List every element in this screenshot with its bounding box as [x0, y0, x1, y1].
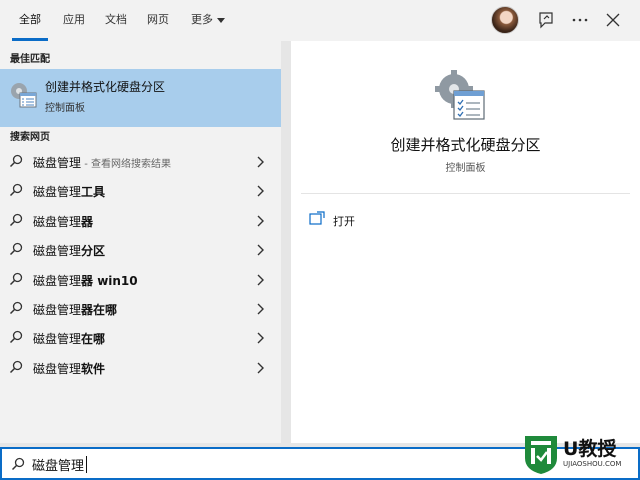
chevron-right-icon[interactable] — [256, 303, 264, 315]
best-match-subtitle: 控制面板 — [45, 103, 85, 114]
detail-panel: 创建并格式化硬盘分区 控制面板 打开 — [291, 41, 640, 443]
divider — [301, 193, 630, 194]
web-result-text: 磁盘管理分区 — [33, 242, 105, 259]
chevron-right-icon[interactable] — [256, 156, 264, 168]
web-result-suffix: 器 win10 — [81, 274, 138, 288]
tab-web[interactable]: 网页 — [140, 0, 176, 41]
web-result-text: 磁盘管理在哪 — [33, 330, 105, 347]
web-result-hint: - 查看网络搜索结果 — [81, 159, 171, 170]
brand-url: UJIAOSHOU.COM — [563, 460, 622, 468]
web-result-suffix: 工具 — [81, 185, 106, 199]
chevron-right-icon[interactable] — [256, 244, 264, 256]
search-icon — [9, 213, 23, 227]
search-icon — [9, 330, 23, 344]
open-action[interactable]: 打开 — [333, 213, 355, 229]
top-tab-bar: 全部 应用 文档 网页 更多 — [0, 0, 640, 41]
search-icon — [9, 301, 23, 315]
search-icon — [11, 457, 25, 471]
web-result-suffix: 在哪 — [81, 332, 106, 346]
web-result-item[interactable]: 磁盘管理在哪 — [0, 323, 281, 352]
chevron-down-icon — [217, 17, 225, 23]
web-result-item[interactable]: 磁盘管理 - 查看网络搜索结果 — [0, 147, 281, 176]
close-icon[interactable] — [602, 9, 624, 31]
chevron-right-icon[interactable] — [256, 332, 264, 344]
web-result-prefix: 磁盘管理 — [33, 185, 82, 199]
user-avatar[interactable] — [491, 6, 519, 34]
best-match-header: 最佳匹配 — [10, 54, 50, 65]
best-match-title: 创建并格式化硬盘分区 — [45, 80, 166, 94]
search-input[interactable] — [32, 452, 492, 476]
tab-all-label: 全部 — [19, 13, 41, 26]
feedback-icon[interactable] — [535, 9, 557, 31]
chevron-right-icon[interactable] — [256, 185, 264, 197]
web-result-text: 磁盘管理软件 — [33, 360, 105, 377]
search-icon — [9, 242, 23, 256]
tab-documents-label: 文档 — [105, 13, 127, 26]
text-caret — [86, 456, 87, 473]
web-result-prefix: 磁盘管理 — [33, 274, 82, 288]
brand-name: U教授 — [563, 438, 617, 460]
results-panel: 最佳匹配 创建并格式化硬盘分区 控制面板 搜索网页 磁盘管理 - 查看网络搜索结… — [0, 41, 281, 443]
watermark: U教授 UJIAOSHOU.COM — [515, 430, 640, 480]
search-icon — [9, 360, 23, 374]
tab-more-label: 更多 — [191, 13, 213, 26]
tab-apps[interactable]: 应用 — [56, 0, 92, 41]
web-result-item[interactable]: 磁盘管理器在哪 — [0, 294, 281, 323]
search-icon — [9, 154, 23, 168]
web-result-item[interactable]: 磁盘管理软件 — [0, 353, 281, 382]
search-icon — [9, 272, 23, 286]
web-result-prefix: 磁盘管理 — [33, 332, 82, 346]
tab-web-label: 网页 — [147, 13, 169, 26]
chevron-right-icon[interactable] — [256, 274, 264, 286]
tab-apps-label: 应用 — [63, 13, 85, 26]
ellipsis-icon[interactable] — [569, 9, 591, 31]
detail-subtitle: 控制面板 — [445, 163, 486, 174]
web-result-text: 磁盘管理工具 — [33, 183, 105, 200]
web-result-text: 磁盘管理器 — [33, 213, 93, 230]
detail-title: 创建并格式化硬盘分区 — [390, 136, 541, 154]
web-result-text: 磁盘管理器在哪 — [33, 301, 117, 318]
search-icon — [9, 183, 23, 197]
web-result-suffix: 软件 — [81, 362, 106, 376]
web-result-prefix: 磁盘管理 — [33, 244, 82, 258]
web-result-item[interactable]: 磁盘管理器 win10 — [0, 265, 281, 294]
chevron-right-icon[interactable] — [256, 215, 264, 227]
web-search-header: 搜索网页 — [10, 132, 50, 143]
web-result-item[interactable]: 磁盘管理工具 — [0, 176, 281, 205]
disk-management-icon — [435, 70, 485, 120]
web-result-suffix: 器在哪 — [81, 303, 118, 317]
web-result-item[interactable]: 磁盘管理器 — [0, 206, 281, 235]
web-result-item[interactable]: 磁盘管理分区 — [0, 235, 281, 264]
open-window-icon[interactable] — [309, 211, 325, 225]
tab-more[interactable]: 更多 — [184, 0, 232, 41]
tab-documents[interactable]: 文档 — [98, 0, 134, 41]
web-result-prefix: 磁盘管理 — [33, 303, 82, 317]
web-result-text: 磁盘管理器 win10 — [33, 272, 138, 289]
disk-management-icon — [11, 83, 37, 108]
web-result-text: 磁盘管理 - 查看网络搜索结果 — [33, 154, 171, 171]
web-result-suffix: 分区 — [81, 244, 106, 258]
web-result-prefix: 磁盘管理 — [33, 215, 82, 229]
web-result-suffix: 器 — [81, 215, 94, 229]
best-match-item[interactable]: 创建并格式化硬盘分区 控制面板 — [0, 69, 281, 127]
web-result-prefix: 磁盘管理 — [33, 156, 82, 170]
tab-all[interactable]: 全部 — [12, 0, 48, 41]
chevron-right-icon[interactable] — [256, 362, 264, 374]
brand-logo-icon — [525, 436, 557, 474]
web-result-prefix: 磁盘管理 — [33, 362, 82, 376]
